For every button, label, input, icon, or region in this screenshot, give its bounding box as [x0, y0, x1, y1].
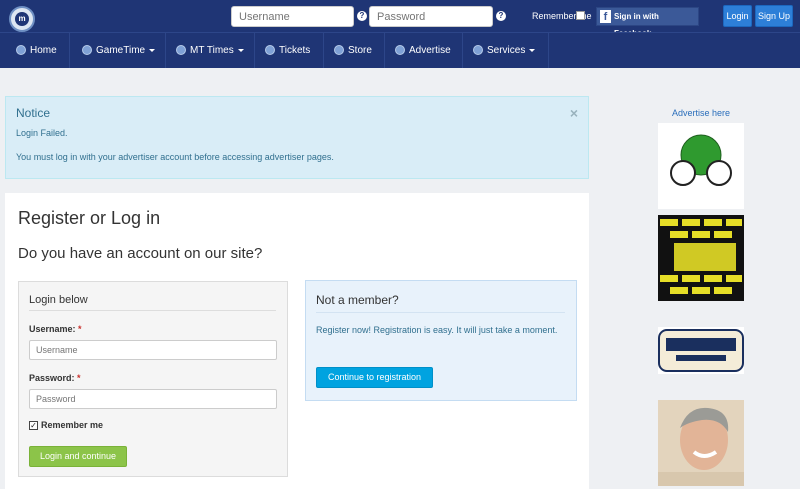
page-subtitle: Do you have an account on our site? — [18, 245, 263, 262]
nav-item-home[interactable]: Home — [0, 33, 70, 68]
site-logo-icon[interactable]: m — [9, 6, 35, 32]
nav-logo-icon — [16, 45, 26, 55]
nav-logo-icon — [176, 45, 186, 55]
main-nav: Home GameTime MT Times Tickets Store Adv… — [0, 32, 800, 68]
h2igreen-logo-icon — [670, 134, 732, 186]
nav-item-mt-times[interactable]: MT Times — [166, 33, 255, 68]
password-label: Password: * — [29, 373, 81, 383]
nav-item-services[interactable]: Services — [463, 33, 549, 68]
required-mark: * — [78, 324, 82, 334]
password-input[interactable] — [29, 389, 277, 409]
notice-message: You must log in with your advertiser acc… — [16, 152, 334, 162]
login-heading: Login below — [29, 294, 276, 311]
username-input[interactable] — [29, 340, 277, 360]
nav-item-tickets[interactable]: Tickets — [255, 33, 324, 68]
remember-me-checkbox[interactable]: ✓ — [29, 421, 38, 430]
username-help-icon[interactable]: ? — [357, 11, 367, 21]
notice-message: Login Failed. — [16, 128, 68, 138]
ad-h2igreen[interactable] — [658, 123, 744, 209]
radtke-sports-logo-icon — [658, 329, 744, 372]
nav-item-gametime[interactable]: GameTime — [70, 33, 166, 68]
nav-item-store[interactable]: Store — [324, 33, 385, 68]
nav-item-advertise[interactable]: Advertise — [385, 33, 463, 68]
advertise-here-link[interactable]: Advertise here — [658, 108, 744, 118]
notice-title: Notice — [16, 106, 51, 120]
top-bar: m ? ? Remember me f Sign in with Faceboo… — [0, 0, 800, 38]
nav-label: Store — [348, 45, 372, 56]
nav-logo-icon — [395, 45, 405, 55]
chevron-down-icon — [237, 48, 244, 52]
nav-label: Advertise — [409, 45, 451, 56]
logo-glyph: m — [15, 12, 29, 26]
ad-rude-dog-show[interactable] — [658, 215, 744, 301]
page-title: Register or Log in — [18, 208, 161, 228]
nav-label: Services — [487, 45, 526, 56]
facebook-icon: f — [600, 10, 611, 23]
login-form: Login below Username: * Password: * ✓ Re… — [18, 281, 288, 477]
nav-logo-icon — [473, 45, 483, 55]
register-heading: Not a member? — [316, 293, 565, 313]
header-username-input[interactable] — [231, 6, 354, 27]
ad-smiling-man[interactable] — [658, 400, 744, 486]
nav-label: GameTime — [96, 45, 146, 56]
password-label-text: Password: — [29, 373, 75, 383]
nav-logo-icon — [265, 45, 275, 55]
register-text: Register now! Registration is easy. It w… — [316, 325, 558, 335]
required-mark: * — [77, 373, 81, 383]
auth-panel: Register or Log in Do you have an accoun… — [5, 193, 589, 489]
portrait-photo-icon — [658, 400, 744, 486]
login-continue-button[interactable]: Login and continue — [29, 446, 127, 467]
nav-label: MT Times — [190, 45, 234, 56]
header-password-input[interactable] — [369, 6, 493, 27]
header-signup-button[interactable]: Sign Up — [755, 5, 793, 27]
ad-radtke-sports[interactable] — [658, 327, 744, 374]
username-label: Username: * — [29, 324, 82, 334]
chevron-down-icon — [149, 48, 156, 52]
register-panel: Not a member? Register now! Registration… — [305, 280, 577, 401]
nav-label: Home — [30, 45, 57, 56]
facebook-signin-button[interactable]: f Sign in with Facebook — [596, 7, 699, 38]
continue-registration-button[interactable]: Continue to registration — [316, 367, 433, 388]
remember-me-label: Remember me — [41, 420, 104, 430]
chevron-down-icon — [529, 48, 536, 52]
rude-dog-brick-icon — [658, 215, 744, 301]
nav-logo-icon — [334, 45, 344, 55]
nav-logo-icon — [82, 45, 92, 55]
header-login-button[interactable]: Login — [723, 5, 752, 27]
close-icon[interactable]: × — [570, 105, 578, 121]
nav-label: Tickets — [279, 45, 311, 56]
username-label-text: Username: — [29, 324, 76, 334]
header-remember-checkbox[interactable] — [576, 11, 585, 20]
password-help-icon[interactable]: ? — [496, 11, 506, 21]
notice-alert: Notice Login Failed. You must log in wit… — [5, 96, 589, 179]
